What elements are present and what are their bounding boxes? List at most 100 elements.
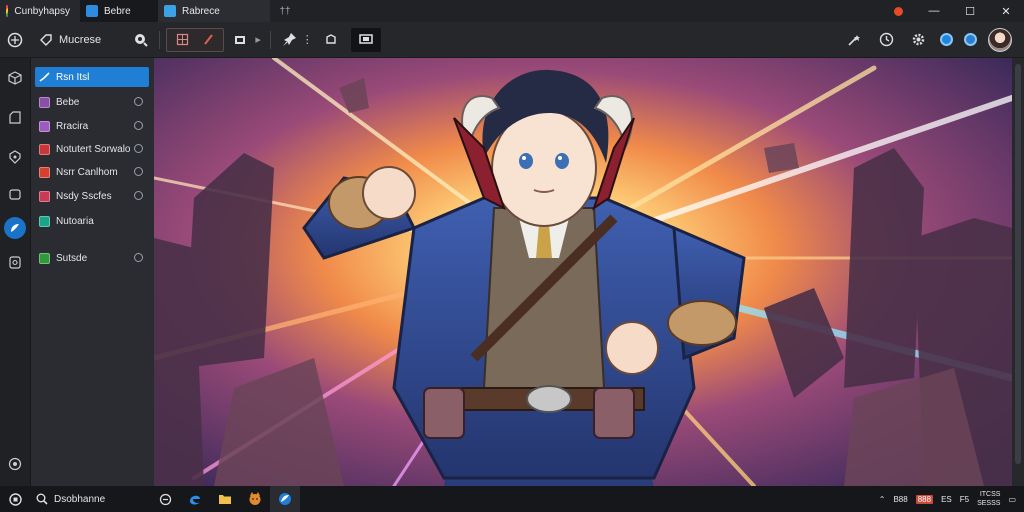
- rail-shield-button[interactable]: [4, 146, 26, 168]
- cube-icon: [8, 71, 22, 85]
- record-icon: [893, 6, 903, 16]
- app-window: Cunbyhapsy Bebre Rabrece †† — ☐ ✕ Mucres…: [0, 0, 1024, 512]
- clipboard-icon: [9, 256, 21, 269]
- tray-badge[interactable]: 888: [915, 494, 934, 504]
- image-canvas[interactable]: [154, 58, 1012, 486]
- folder-icon: [9, 189, 21, 200]
- toolbar-divider: [270, 30, 272, 49]
- shield-icon: [9, 150, 21, 164]
- gear-icon[interactable]: [906, 28, 930, 52]
- layers-icon[interactable]: [170, 28, 194, 52]
- radio-button[interactable]: [134, 121, 143, 130]
- radio-button[interactable]: [134, 144, 143, 153]
- tray-text[interactable]: ES: [941, 495, 952, 504]
- palette-icon[interactable]: [3, 28, 27, 52]
- artwork-image: [154, 58, 1012, 486]
- browser-icon[interactable]: [270, 486, 300, 512]
- tab-label: Rabrece: [182, 5, 220, 17]
- radio-button[interactable]: [134, 167, 143, 176]
- toolbar-divider: [159, 30, 161, 49]
- rail-settings-button[interactable]: [4, 453, 26, 475]
- rail-assistant-button[interactable]: [4, 217, 26, 239]
- monitor-icon[interactable]: [351, 27, 382, 52]
- app-logo-icon: [6, 5, 9, 17]
- sidebar-item-7[interactable]: Sutsde: [35, 248, 149, 268]
- start-button[interactable]: [0, 486, 30, 512]
- history-icon[interactable]: [874, 28, 898, 52]
- sidebar-item-label: Nutoaria: [56, 215, 94, 227]
- sidebar-panel: Rsn Itsl Bebe Rracira Notutert Sorwalo N…: [31, 58, 154, 486]
- magic-wand-icon[interactable]: [842, 28, 866, 52]
- item-color-swatch: [39, 96, 50, 108]
- clock-line: SESSS: [977, 500, 1001, 507]
- item-color-swatch: [39, 215, 50, 227]
- sidebar-item-4[interactable]: Nsrr Canlhom: [35, 162, 149, 182]
- more-vertical-icon[interactable]: ⋮: [301, 28, 313, 52]
- sidebar-item-5[interactable]: Nsdy Sscfes: [35, 186, 149, 206]
- rail-clipboard-button[interactable]: [4, 251, 26, 273]
- tray-text[interactable]: F5: [960, 495, 969, 504]
- cat-app-icon[interactable]: [240, 486, 270, 512]
- tag-menu-button[interactable]: Mucrese: [33, 28, 107, 52]
- toolbar: Mucrese ▸ ⋮: [0, 22, 1024, 58]
- item-color-swatch: [39, 143, 50, 155]
- system-tray: ⌃ B88 888 ES F5 ITCSS SESSS ▭: [879, 490, 1024, 508]
- tray-text[interactable]: B88: [893, 495, 907, 504]
- maximize-button[interactable]: ☐: [952, 0, 988, 22]
- more-icon[interactable]: ▸: [252, 28, 264, 52]
- edge-icon[interactable]: [180, 486, 210, 512]
- rail-folder-button[interactable]: [4, 183, 26, 205]
- chat-bubble-icon[interactable]: [150, 486, 180, 512]
- new-tab-button[interactable]: ††: [270, 0, 300, 22]
- sidebar-item-label: Sutsde: [56, 252, 88, 264]
- sidebar-item-label: Nsdy Sscfes: [56, 190, 112, 202]
- assistant-icon: [11, 224, 19, 232]
- tab-cunbyhapsy[interactable]: Cunbyhapsy: [0, 0, 80, 22]
- radio-button[interactable]: [134, 191, 143, 200]
- item-color-swatch: [39, 190, 50, 202]
- crop-icon[interactable]: [319, 28, 343, 52]
- sidebar-item-1[interactable]: Bebe: [35, 92, 149, 112]
- start-icon: [8, 492, 22, 506]
- tab-rabrece[interactable]: Rabrece: [158, 0, 270, 22]
- close-button[interactable]: ✕: [988, 0, 1024, 22]
- taskbar: Dsobhanne ⌃ B88 888 ES F5 ITCSS SESSS ▭: [0, 486, 1024, 512]
- cloud-icon[interactable]: [962, 28, 978, 52]
- sidebar-item-label: Notutert Sorwalo: [56, 143, 131, 155]
- avatar: [988, 27, 1012, 52]
- tray-chevron-icon[interactable]: ⌃: [879, 495, 886, 504]
- rail-box-button[interactable]: [4, 107, 26, 129]
- rail-cube-button[interactable]: [4, 67, 26, 89]
- scrollbar-thumb[interactable]: [1015, 64, 1021, 464]
- sidebar-item-6[interactable]: Nutoaria: [35, 211, 149, 231]
- item-color-swatch: [39, 166, 50, 178]
- record-button[interactable]: [880, 0, 916, 22]
- item-color-swatch: [39, 252, 50, 264]
- toolbar-menu-label: Mucrese: [59, 33, 102, 46]
- user-avatar[interactable]: [986, 27, 1014, 52]
- notification-icon[interactable]: ▭: [1008, 495, 1016, 504]
- sidebar-item-3[interactable]: Notutert Sorwalo: [35, 139, 149, 159]
- search-refresh-icon[interactable]: [129, 28, 153, 52]
- minimize-button[interactable]: —: [916, 0, 952, 22]
- chat-icon: [86, 5, 98, 17]
- tab-label: Cunbyhapsy: [14, 5, 70, 17]
- radio-button[interactable]: [134, 253, 143, 262]
- taskbar-clock[interactable]: ITCSS SESSS: [977, 490, 1000, 508]
- sidebar-item-2[interactable]: Rracira: [35, 116, 149, 136]
- sidebar-item-label: Nsrr Canlhom: [56, 166, 118, 178]
- sidebar-item-0[interactable]: Rsn Itsl: [35, 67, 149, 87]
- brush-icon[interactable]: [196, 28, 220, 52]
- sidebar-item-label: Rracira: [56, 120, 89, 132]
- tab-bebre[interactable]: Bebre: [80, 0, 158, 22]
- pin-icon[interactable]: [277, 28, 301, 52]
- frame-icon[interactable]: [228, 28, 252, 52]
- sidebar-item-label: Rsn Itsl: [56, 71, 90, 83]
- search-icon: [36, 493, 48, 505]
- radio-button[interactable]: [134, 97, 143, 106]
- vertical-scrollbar[interactable]: [1012, 58, 1024, 486]
- title-bar: Cunbyhapsy Bebre Rabrece †† — ☐ ✕: [0, 0, 1024, 22]
- folder-icon[interactable]: [210, 486, 240, 512]
- sync-icon[interactable]: [938, 28, 954, 52]
- taskbar-search[interactable]: Dsobhanne: [30, 486, 150, 512]
